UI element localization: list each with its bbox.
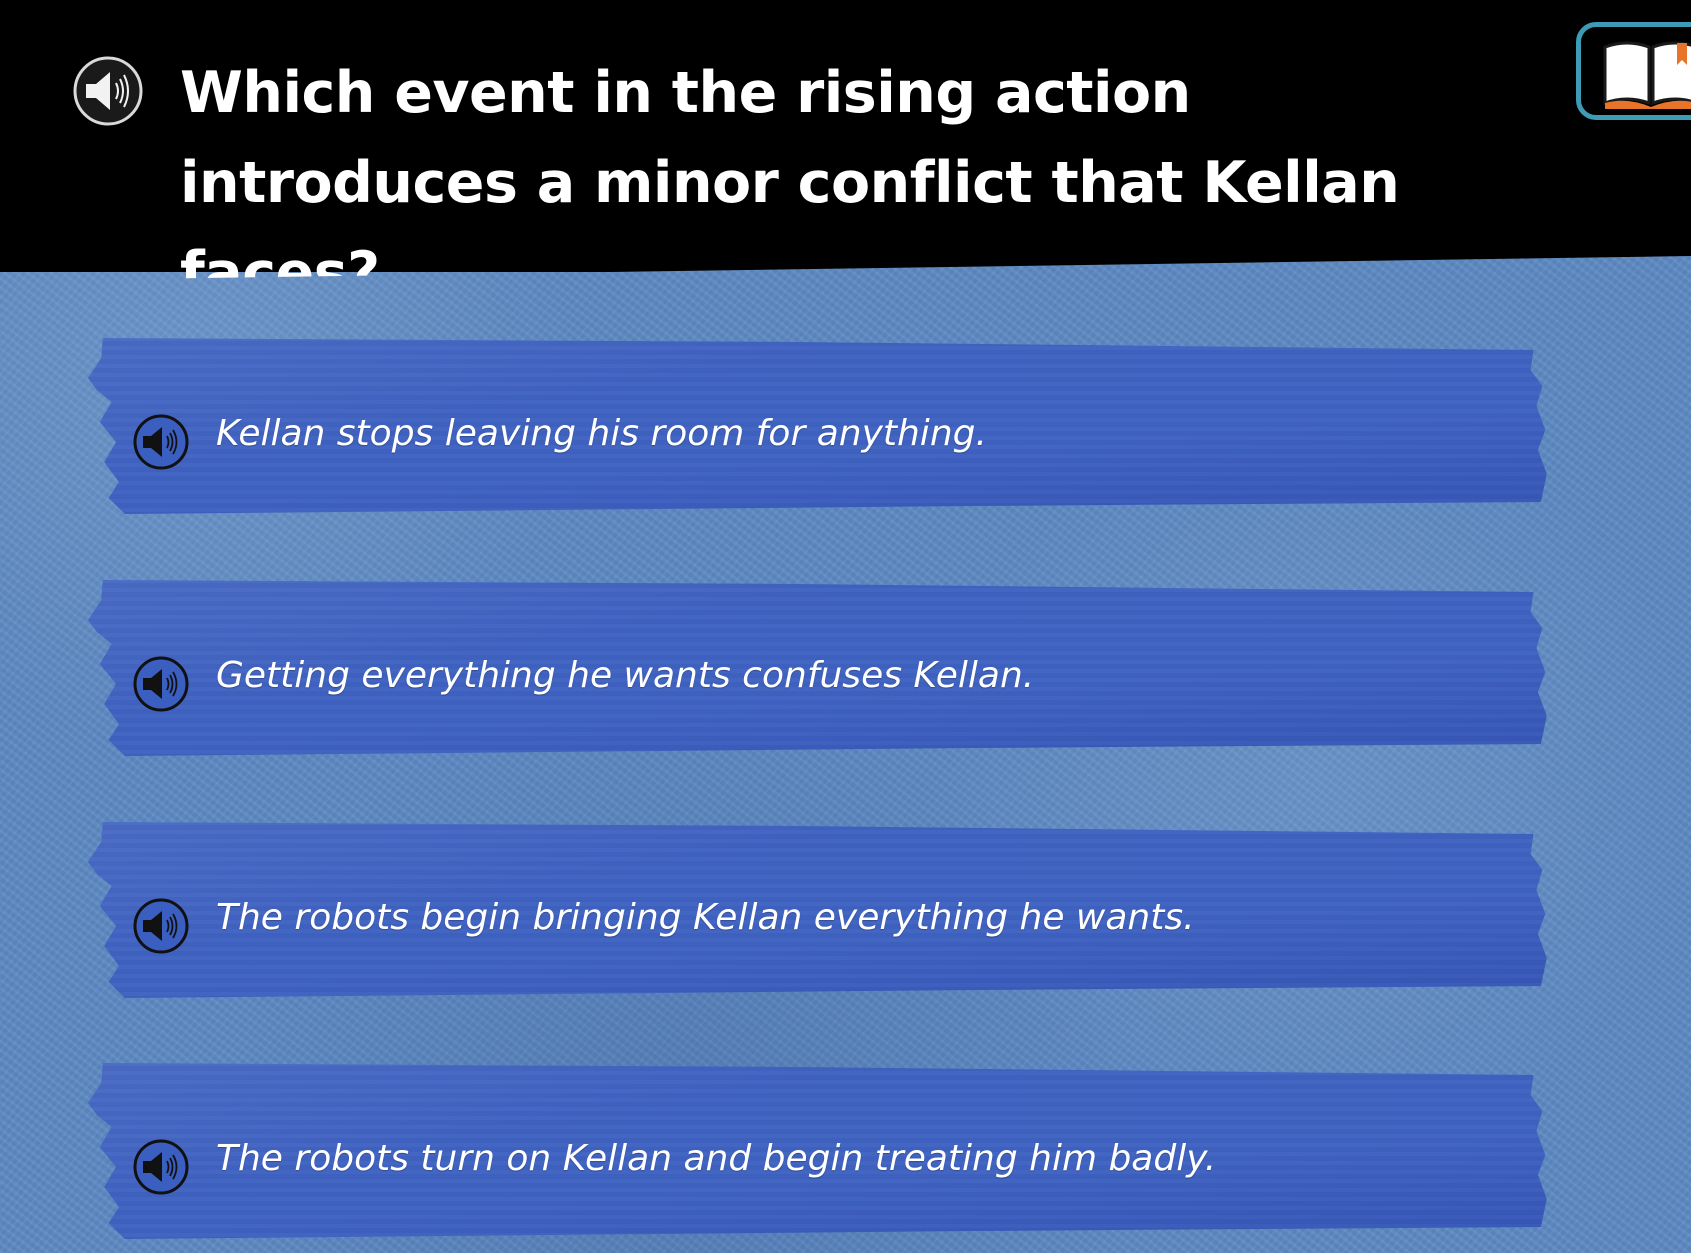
answer-option-3[interactable]: The robots begin bringing Kellan everyth…: [88, 814, 1563, 1014]
speaker-icon[interactable]: [132, 413, 190, 471]
answer-option-2[interactable]: Getting everything he wants confuses Kel…: [88, 572, 1563, 772]
speaker-icon[interactable]: [132, 897, 190, 955]
answer-text: Kellan stops leaving his room for anythi…: [216, 413, 987, 454]
answer-text: Getting everything he wants confuses Kel…: [216, 655, 1035, 696]
open-book-icon: [1603, 41, 1691, 109]
answer-option-1[interactable]: Kellan stops leaving his room for anythi…: [88, 330, 1563, 530]
answer-option-4[interactable]: The robots turn on Kellan and begin trea…: [88, 1055, 1563, 1253]
speaker-icon[interactable]: [132, 1138, 190, 1196]
answer-text: The robots turn on Kellan and begin trea…: [216, 1138, 1217, 1179]
speaker-icon[interactable]: [72, 55, 144, 127]
question-text: Which event in the rising action introdu…: [180, 60, 1400, 306]
answer-text: The robots begin bringing Kellan everyth…: [216, 897, 1195, 938]
question-header: Which event in the rising action introdu…: [0, 0, 1691, 281]
book-button[interactable]: [1576, 22, 1691, 120]
speaker-icon[interactable]: [132, 655, 190, 713]
